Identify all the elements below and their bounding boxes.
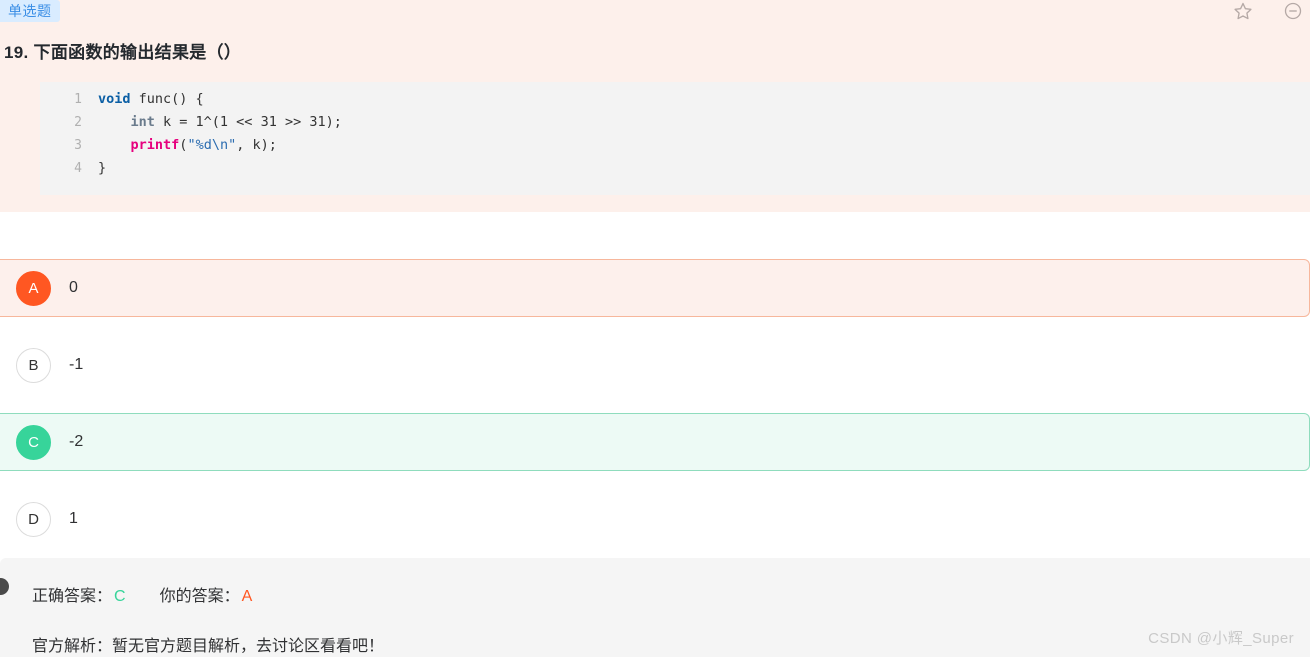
code-line-number: 3 — [74, 138, 82, 153]
code-line-number: 1 — [74, 92, 82, 107]
correct-answer-label: 正确答案： — [32, 588, 113, 605]
watermark: CSDN @小辉_Super — [1148, 630, 1294, 647]
option-text: -2 — [69, 433, 84, 450]
answer-options-list: A 0 B -1 C -2 D 1 — [0, 212, 1310, 548]
answer-option-a[interactable]: A0 — [0, 259, 1310, 317]
code-token: func() { — [130, 91, 204, 107]
code-token: int — [130, 114, 155, 130]
page-title: 19. 下面函数的输出结果是（） — [4, 43, 242, 62]
option-letter-badge: D — [16, 501, 51, 537]
code-line-number: 2 — [74, 115, 82, 130]
header-icon-group — [1232, 0, 1304, 22]
code-line-content: int k = 1^(1 << 31 >> 31); — [98, 111, 342, 134]
question-header-block: 单选题 19. 下面函数的输出结果是（） 1 void func() {2 int… — [0, 0, 1310, 212]
code-line-content: } — [98, 157, 106, 180]
answer-option-d[interactable]: D1 — [0, 490, 1310, 548]
question-type-tag: 单选题 — [0, 0, 60, 22]
option-letter-badge: A — [16, 270, 51, 306]
code-line: 2 int k = 1^(1 << 31 >> 31); — [40, 111, 1310, 134]
your-answer-label: 你的答案： — [159, 588, 240, 605]
code-line-content: void func() { — [98, 88, 204, 111]
your-answer-value: A — [241, 588, 253, 605]
code-token: , k); — [236, 137, 277, 153]
code-token: void — [98, 91, 131, 107]
code-block: 1 void func() {2 int k = 1^(1 << 31 >> 31… — [40, 82, 1310, 195]
official-explanation-line: 官方解析：暂无官方题目解析，去讨论区看看吧！ — [32, 632, 384, 656]
code-line: 3 printf("%d\n", k); — [40, 134, 1310, 157]
answer-explanation-panel: 正确答案： C 你的答案： A 官方解析：暂无官方题目解析，去讨论区看看吧！ — [0, 558, 1310, 657]
option-spacer — [0, 471, 1310, 490]
answer-option-b[interactable]: B -1 — [0, 336, 1310, 394]
code-line-content: printf("%d\n", k); — [98, 134, 277, 157]
code-token: } — [98, 160, 107, 176]
answer-summary-line: 正确答案： C 你的答案： A — [32, 582, 252, 606]
option-text: -1 — [69, 356, 84, 373]
code-token: k = 1^(1 << 31 >> 31); — [154, 114, 342, 130]
code-token: "%d\n" — [187, 137, 237, 153]
code-line: 1 void func() { — [40, 88, 1310, 111]
option-spacer — [0, 317, 1310, 336]
code-token: printf — [130, 137, 180, 153]
explanation-label: 官方解析： — [32, 638, 113, 655]
answer-option-c[interactable]: C -2 — [0, 413, 1310, 471]
correct-answer-value: C — [114, 588, 126, 605]
option-spacer — [0, 394, 1310, 413]
option-letter-badge: B — [16, 347, 51, 383]
option-letter-badge: C — [16, 424, 51, 460]
explanation-text: 暂无官方题目解析，去讨论区看看吧！ — [112, 638, 385, 655]
star-icon[interactable] — [1232, 0, 1254, 22]
circle-minus-icon[interactable] — [1282, 0, 1304, 22]
option-text: 0 — [69, 279, 78, 296]
code-line: 4} — [40, 157, 1310, 180]
option-text: 1 — [69, 510, 78, 527]
code-line-number: 4 — [74, 161, 82, 176]
option-spacer — [0, 212, 1310, 231]
